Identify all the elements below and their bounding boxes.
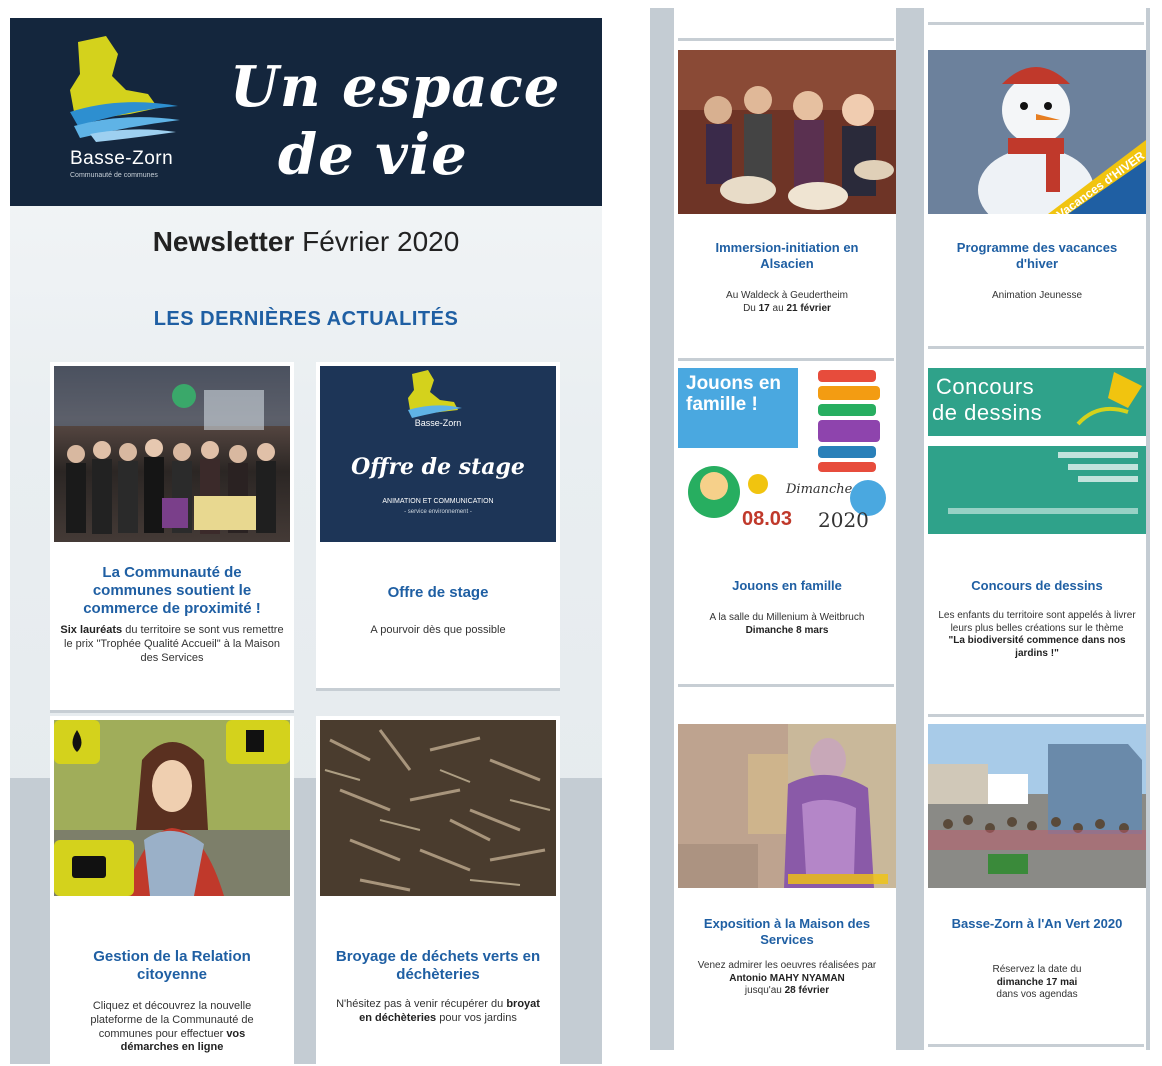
woman-with-tablet-image[interactable] (54, 720, 290, 896)
poster-day: Dimanche (786, 482, 853, 497)
newsletter-title-date: Février 2020 (294, 226, 460, 257)
card-divider (678, 358, 894, 361)
event-card-text: Réservez la date du dimanche 17 mai dans… (936, 964, 1138, 1002)
news-card-text: Cliquez et découvrez la nouvelle platefo… (58, 1000, 286, 1055)
card-divider (928, 346, 1144, 349)
card-divider (678, 38, 894, 41)
market-event-image[interactable] (928, 724, 1146, 888)
brand-subtitle: Communauté de communes (70, 172, 158, 179)
event-card-text: Les enfants du territoire sont appelés à… (936, 610, 1138, 660)
event-card-until-prefix: jusqu'au (744, 985, 785, 996)
event-card-date-end: 21 février (786, 302, 831, 314)
event-card-title[interactable]: Jouons en famille (678, 578, 896, 594)
event-card-line-3: dans vos agendas (996, 989, 1078, 1000)
news-card-stage[interactable]: Basse-Zorn Offre de stage ANIMATION ET C… (316, 362, 560, 688)
news-card-text-bold: Six lauréats (60, 624, 123, 636)
news-card-text: Six lauréats du territoire se sont vus r… (58, 624, 286, 665)
market-event-photo-icon (928, 724, 1146, 888)
brand-name: Basse-Zorn (70, 148, 174, 169)
news-card-text: A pourvoir dès que possible (370, 624, 506, 636)
snowman-image[interactable]: Vacances d'HIVER (928, 50, 1146, 214)
event-card-line-1: A la salle du Millenium à Weitbruch (709, 612, 865, 623)
poster-title: Jouons en famille ! (686, 373, 782, 415)
event-card-line-1: Venez admirer les oeuvres réalisées par (697, 960, 877, 971)
wood-chips-image[interactable] (320, 720, 556, 896)
newsletter-title: Newsletter Février 2020 (10, 226, 602, 258)
card-divider (928, 1044, 1144, 1047)
news-card-text-body: N'hésitez pas à venir récupérer du (336, 998, 507, 1010)
event-card-line-2: "La biodiversité commence dans nos jardi… (948, 635, 1126, 659)
event-card-text: Animation Jeunesse (991, 290, 1083, 301)
event-card-title[interactable]: Programme des vacances d'hiver (928, 240, 1146, 271)
card-divider (50, 710, 294, 713)
event-card-line-2: dimanche 17 mai (996, 976, 1078, 988)
tagline-line-2: de vie (278, 122, 468, 188)
drum-class-image[interactable] (678, 50, 896, 214)
card-divider (928, 714, 1144, 717)
event-card-exposition[interactable]: Exposition à la Maison des Services Vene… (678, 724, 896, 1042)
event-card-line-1: Les enfants du territoire sont appelés à… (938, 610, 1136, 634)
poster-date: 08.03 (742, 508, 793, 530)
news-card-text: N'hésitez pas à venir récupérer du broya… (324, 998, 552, 1026)
news-card-broyage[interactable]: Broyage de déchets verts en déchèteries … (316, 716, 560, 1064)
drum-class-photo-icon (678, 50, 896, 214)
painting-image[interactable] (678, 724, 896, 888)
event-card-text: Venez admirer les oeuvres réalisées par … (686, 960, 888, 998)
jouons-en-famille-poster-image[interactable]: Jouons en famille ! Dimanche 08.03 2020 (678, 368, 896, 534)
event-card-title[interactable]: Concours de dessins (928, 578, 1146, 594)
card-divider (678, 684, 894, 687)
news-card-title[interactable]: Broyage de déchets verts en déchèteries (316, 948, 560, 984)
card-divider (928, 22, 1144, 25)
event-card-line-2: Du 17 au 21 février (686, 303, 888, 316)
poster-title-line-2: de dessins (932, 400, 1043, 425)
event-card-text: A la salle du Millenium à Weitbruch Dima… (686, 612, 888, 637)
event-card-line-2: Dimanche 8 mars (745, 624, 829, 636)
tagline-line-1: Un espace (230, 54, 561, 120)
news-card-title[interactable]: Gestion de la Relation citoyenne (50, 948, 294, 984)
event-card-line-3: jusqu'au 28 février (696, 985, 878, 998)
concours-de-dessins-poster-image[interactable]: Concours de dessins (928, 368, 1146, 534)
event-card-jouons[interactable]: Jouons en famille ! Dimanche 08.03 2020 … (678, 368, 896, 678)
poster-line-2: - service environnement - (404, 509, 472, 515)
poster-brand: Basse-Zorn (414, 418, 462, 428)
newsletter-right-panel: Immersion-initiation en Alsacien Au Wald… (650, 8, 1150, 1050)
news-card-title[interactable]: La Communauté de communes soutient le co… (50, 564, 294, 618)
event-card-concours[interactable]: Concours de dessins Concours de dessins … (928, 368, 1146, 708)
snowman-photo-icon (928, 50, 1146, 214)
poster-line-1: ANIMATION ET COMMUNICATION (382, 498, 494, 505)
event-card-title[interactable]: Exposition à la Maison des Services (678, 916, 896, 947)
news-card-relation-citoyenne[interactable]: Gestion de la Relation citoyenne Cliquez… (50, 716, 294, 1064)
event-card-line-1: Au Waldeck à Geudertheim (726, 290, 848, 301)
event-card-dates-prefix: Du (743, 302, 759, 314)
event-card-an-vert[interactable]: Basse-Zorn à l'An Vert 2020 Réservez la … (928, 724, 1146, 1042)
poster-year: 2020 (818, 508, 869, 532)
event-card-line-2: Antonio MAHY NYAMAN (729, 972, 845, 984)
painting-photo-icon (678, 724, 896, 888)
offre-de-stage-poster-image[interactable]: Basse-Zorn Offre de stage ANIMATION ET C… (320, 366, 556, 542)
event-card-dates-separator: au (769, 302, 787, 314)
event-card-title[interactable]: Immersion-initiation en Alsacien (678, 240, 896, 271)
award-ceremony-photo-icon (54, 366, 290, 534)
wood-chips-photo-icon (320, 720, 556, 896)
news-card-commerce[interactable]: La Communauté de communes soutient le co… (50, 362, 294, 710)
card-divider (316, 688, 560, 691)
newsletter-title-bold: Newsletter (152, 226, 295, 257)
award-ceremony-image[interactable] (54, 366, 290, 542)
poster-title-line-1: Concours (936, 374, 1035, 399)
news-card-title[interactable]: Offre de stage (316, 584, 560, 602)
event-card-text: Au Waldeck à Geudertheim Du 17 au 21 fév… (686, 290, 888, 315)
section-heading: LES DERNIÈRES ACTUALITÉS (153, 308, 459, 330)
basse-zorn-logo-icon (70, 36, 180, 142)
event-card-title[interactable]: Basse-Zorn à l'An Vert 2020 (928, 916, 1146, 932)
event-card-until-date: 28 février (784, 985, 830, 996)
poster-title: Offre de stage (351, 454, 525, 480)
event-card-line-1: Réservez la date du (992, 964, 1082, 975)
event-card-vacances[interactable]: Vacances d'HIVER Programme des vacances … (928, 50, 1146, 346)
event-card-date-start: 17 (758, 302, 770, 314)
newsletter-left-column: Basse-Zorn Communauté de communes Un esp… (10, 18, 602, 1064)
newsletter-header-banner: Basse-Zorn Communauté de communes Un esp… (10, 18, 602, 206)
event-card-alsacien[interactable]: Immersion-initiation en Alsacien Au Wald… (678, 50, 896, 350)
woman-with-tablet-photo-icon (54, 720, 290, 896)
news-card-text-end: pour vos jardins (436, 1011, 517, 1024)
